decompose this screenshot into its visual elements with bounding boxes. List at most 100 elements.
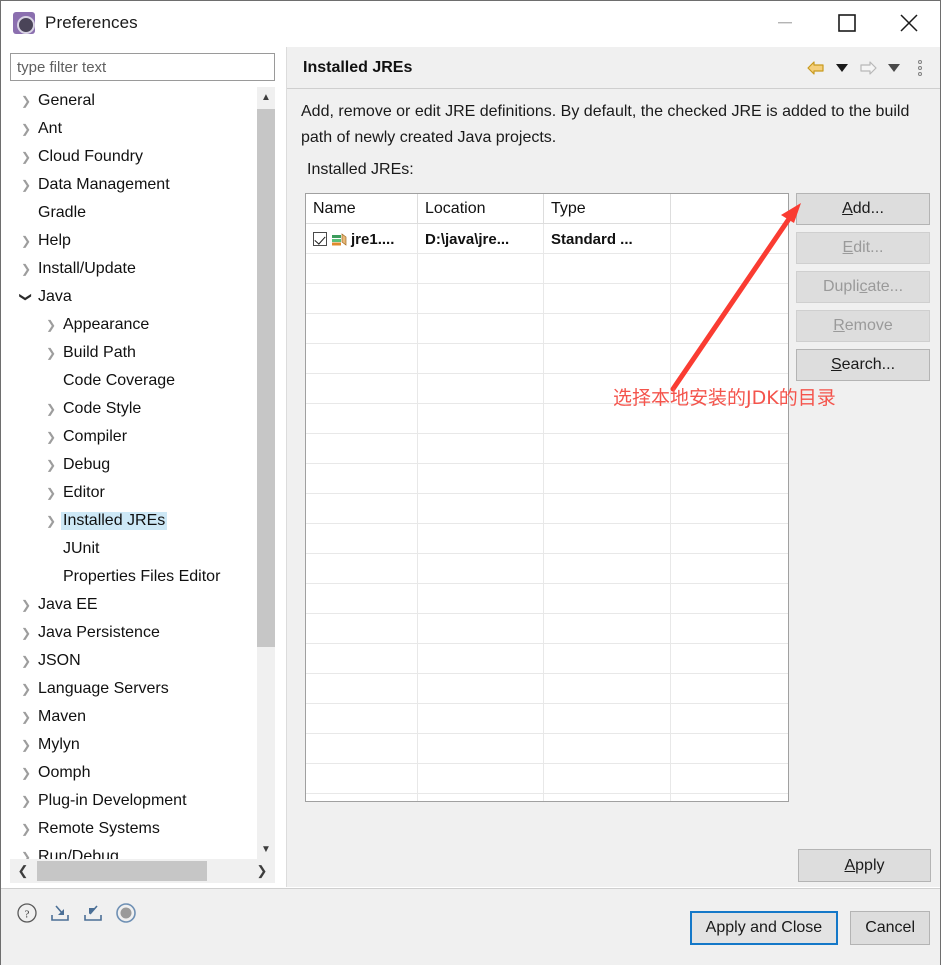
chevron-right-icon[interactable]: ❯	[16, 94, 36, 108]
tree-vertical-scrollbar[interactable]: ▲ ▼	[257, 87, 275, 859]
table-row-empty[interactable]	[306, 794, 788, 801]
restore-defaults-icon[interactable]	[114, 901, 138, 925]
chevron-right-icon[interactable]: ❯	[41, 486, 61, 500]
sidebar-item-gradle[interactable]: Gradle	[10, 199, 258, 227]
chevron-right-icon[interactable]: ❯	[41, 402, 61, 416]
sidebar-item-code-coverage[interactable]: Code Coverage	[10, 367, 258, 395]
scroll-right-icon[interactable]: ❯	[249, 859, 275, 883]
table-row-empty[interactable]	[306, 584, 788, 614]
forward-arrow-icon[interactable]	[858, 58, 878, 78]
import-icon[interactable]	[48, 901, 72, 925]
sidebar-item-mylyn[interactable]: ❯ Mylyn	[10, 731, 258, 759]
sidebar-item-installed-jres[interactable]: ❯ Installed JREs	[10, 507, 258, 535]
sidebar-item-general[interactable]: ❯ General	[10, 87, 258, 115]
tree-horizontal-scrollbar[interactable]: ❮ ❯	[10, 859, 275, 883]
maximize-button[interactable]	[816, 1, 878, 45]
tree-vscroll-thumb[interactable]	[257, 109, 275, 647]
add-button[interactable]: Add...	[796, 193, 930, 225]
chevron-right-icon[interactable]: ❯	[16, 710, 36, 724]
sidebar-item-remote-systems[interactable]: ❯ Remote Systems	[10, 815, 258, 843]
chevron-right-icon[interactable]: ❯	[16, 178, 36, 192]
scroll-up-icon[interactable]: ▲	[257, 87, 275, 107]
chevron-right-icon[interactable]: ❯	[16, 850, 36, 859]
apply-and-close-button[interactable]: Apply and Close	[689, 911, 839, 945]
table-row-empty[interactable]	[306, 314, 788, 344]
table-column-header[interactable]: Type	[544, 194, 671, 224]
sidebar-item-code-style[interactable]: ❯ Code Style	[10, 395, 258, 423]
back-dropdown-chevron-down-icon[interactable]	[832, 58, 852, 78]
chevron-right-icon[interactable]: ❯	[41, 514, 61, 528]
table-row-empty[interactable]	[306, 434, 788, 464]
sidebar-item-ant[interactable]: ❯ Ant	[10, 115, 258, 143]
close-button[interactable]	[878, 1, 940, 45]
chevron-right-icon[interactable]: ❯	[16, 738, 36, 752]
table-row-empty[interactable]	[306, 254, 788, 284]
sidebar-item-install-update[interactable]: ❯ Install/Update	[10, 255, 258, 283]
sidebar-item-build-path[interactable]: ❯ Build Path	[10, 339, 258, 367]
chevron-right-icon[interactable]: ❯	[16, 122, 36, 136]
table-row-empty[interactable]	[306, 644, 788, 674]
chevron-right-icon[interactable]: ❯	[16, 598, 36, 612]
chevron-right-icon[interactable]: ❯	[41, 458, 61, 472]
chevron-right-icon[interactable]: ❯	[16, 234, 36, 248]
table-row-empty[interactable]	[306, 494, 788, 524]
help-icon[interactable]: ?	[15, 901, 39, 925]
chevron-right-icon[interactable]: ❯	[16, 794, 36, 808]
sidebar-item-java-ee[interactable]: ❯ Java EE	[10, 591, 258, 619]
table-column-header[interactable]	[671, 194, 788, 224]
sidebar-item-cloud-foundry[interactable]: ❯ Cloud Foundry	[10, 143, 258, 171]
sidebar-item-java[interactable]: ❯ Java	[10, 283, 258, 311]
chevron-right-icon[interactable]: ❯	[16, 626, 36, 640]
chevron-right-icon[interactable]: ❯	[41, 430, 61, 444]
sidebar-item-oomph[interactable]: ❯ Oomph	[10, 759, 258, 787]
chevron-right-icon[interactable]: ❯	[41, 346, 61, 360]
chevron-right-icon[interactable]: ❯	[16, 682, 36, 696]
table-row[interactable]: jre1.... D:\java\jre... Standard ...	[306, 224, 788, 254]
sidebar-item-data-management[interactable]: ❯ Data Management	[10, 171, 258, 199]
chevron-right-icon[interactable]: ❯	[41, 318, 61, 332]
sidebar-item-debug[interactable]: ❯ Debug	[10, 451, 258, 479]
sidebar-item-maven[interactable]: ❯ Maven	[10, 703, 258, 731]
table-row-empty[interactable]	[306, 764, 788, 794]
sidebar-item-compiler[interactable]: ❯ Compiler	[10, 423, 258, 451]
table-row-empty[interactable]	[306, 524, 788, 554]
sidebar-item-run-debug[interactable]: ❯ Run/Debug	[10, 843, 258, 859]
search-button[interactable]: Search...	[796, 349, 930, 381]
sidebar-item-appearance[interactable]: ❯ Appearance	[10, 311, 258, 339]
chevron-right-icon[interactable]: ❯	[16, 766, 36, 780]
minimize-button[interactable]	[754, 1, 816, 45]
chevron-right-icon[interactable]: ❯	[16, 654, 36, 668]
chevron-right-icon[interactable]: ❯	[16, 262, 36, 276]
sidebar-item-junit[interactable]: JUnit	[10, 535, 258, 563]
table-column-header[interactable]: Name	[306, 194, 418, 224]
apply-button[interactable]: Apply	[798, 849, 931, 882]
table-column-header[interactable]: Location	[418, 194, 544, 224]
export-icon[interactable]	[81, 901, 105, 925]
chevron-down-icon[interactable]: ❯	[19, 287, 33, 307]
preferences-tree[interactable]: ❯ General ❯ Ant ❯ Cloud Foundry ❯ Data Manageme…	[10, 87, 275, 859]
installed-jres-table[interactable]: Name Location Type jre1.... D:\java\jre... S…	[305, 193, 789, 802]
table-row-empty[interactable]	[306, 614, 788, 644]
sidebar-item-plug-in-development[interactable]: ❯ Plug-in Development	[10, 787, 258, 815]
sidebar-item-editor[interactable]: ❯ Editor	[10, 479, 258, 507]
scroll-down-icon[interactable]: ▼	[257, 839, 275, 859]
filter-input[interactable]	[10, 53, 275, 81]
back-arrow-icon[interactable]	[806, 58, 826, 78]
kebab-menu-icon[interactable]	[910, 58, 930, 78]
sidebar-item-properties-files-editor[interactable]: Properties Files Editor	[10, 563, 258, 591]
sidebar-item-java-persistence[interactable]: ❯ Java Persistence	[10, 619, 258, 647]
sidebar-item-json[interactable]: ❯ JSON	[10, 647, 258, 675]
table-row-empty[interactable]	[306, 554, 788, 584]
table-row-empty[interactable]	[306, 704, 788, 734]
tree-hscroll-thumb[interactable]	[37, 861, 207, 881]
forward-dropdown-chevron-down-icon[interactable]	[884, 58, 904, 78]
cancel-button[interactable]: Cancel	[850, 911, 930, 945]
table-row-empty[interactable]	[306, 464, 788, 494]
scroll-left-icon[interactable]: ❮	[10, 859, 36, 883]
chevron-right-icon[interactable]: ❯	[16, 150, 36, 164]
table-row-empty[interactable]	[306, 284, 788, 314]
sidebar-item-help[interactable]: ❯ Help	[10, 227, 258, 255]
table-row-empty[interactable]	[306, 674, 788, 704]
table-row-empty[interactable]	[306, 344, 788, 374]
sidebar-item-language-servers[interactable]: ❯ Language Servers	[10, 675, 258, 703]
